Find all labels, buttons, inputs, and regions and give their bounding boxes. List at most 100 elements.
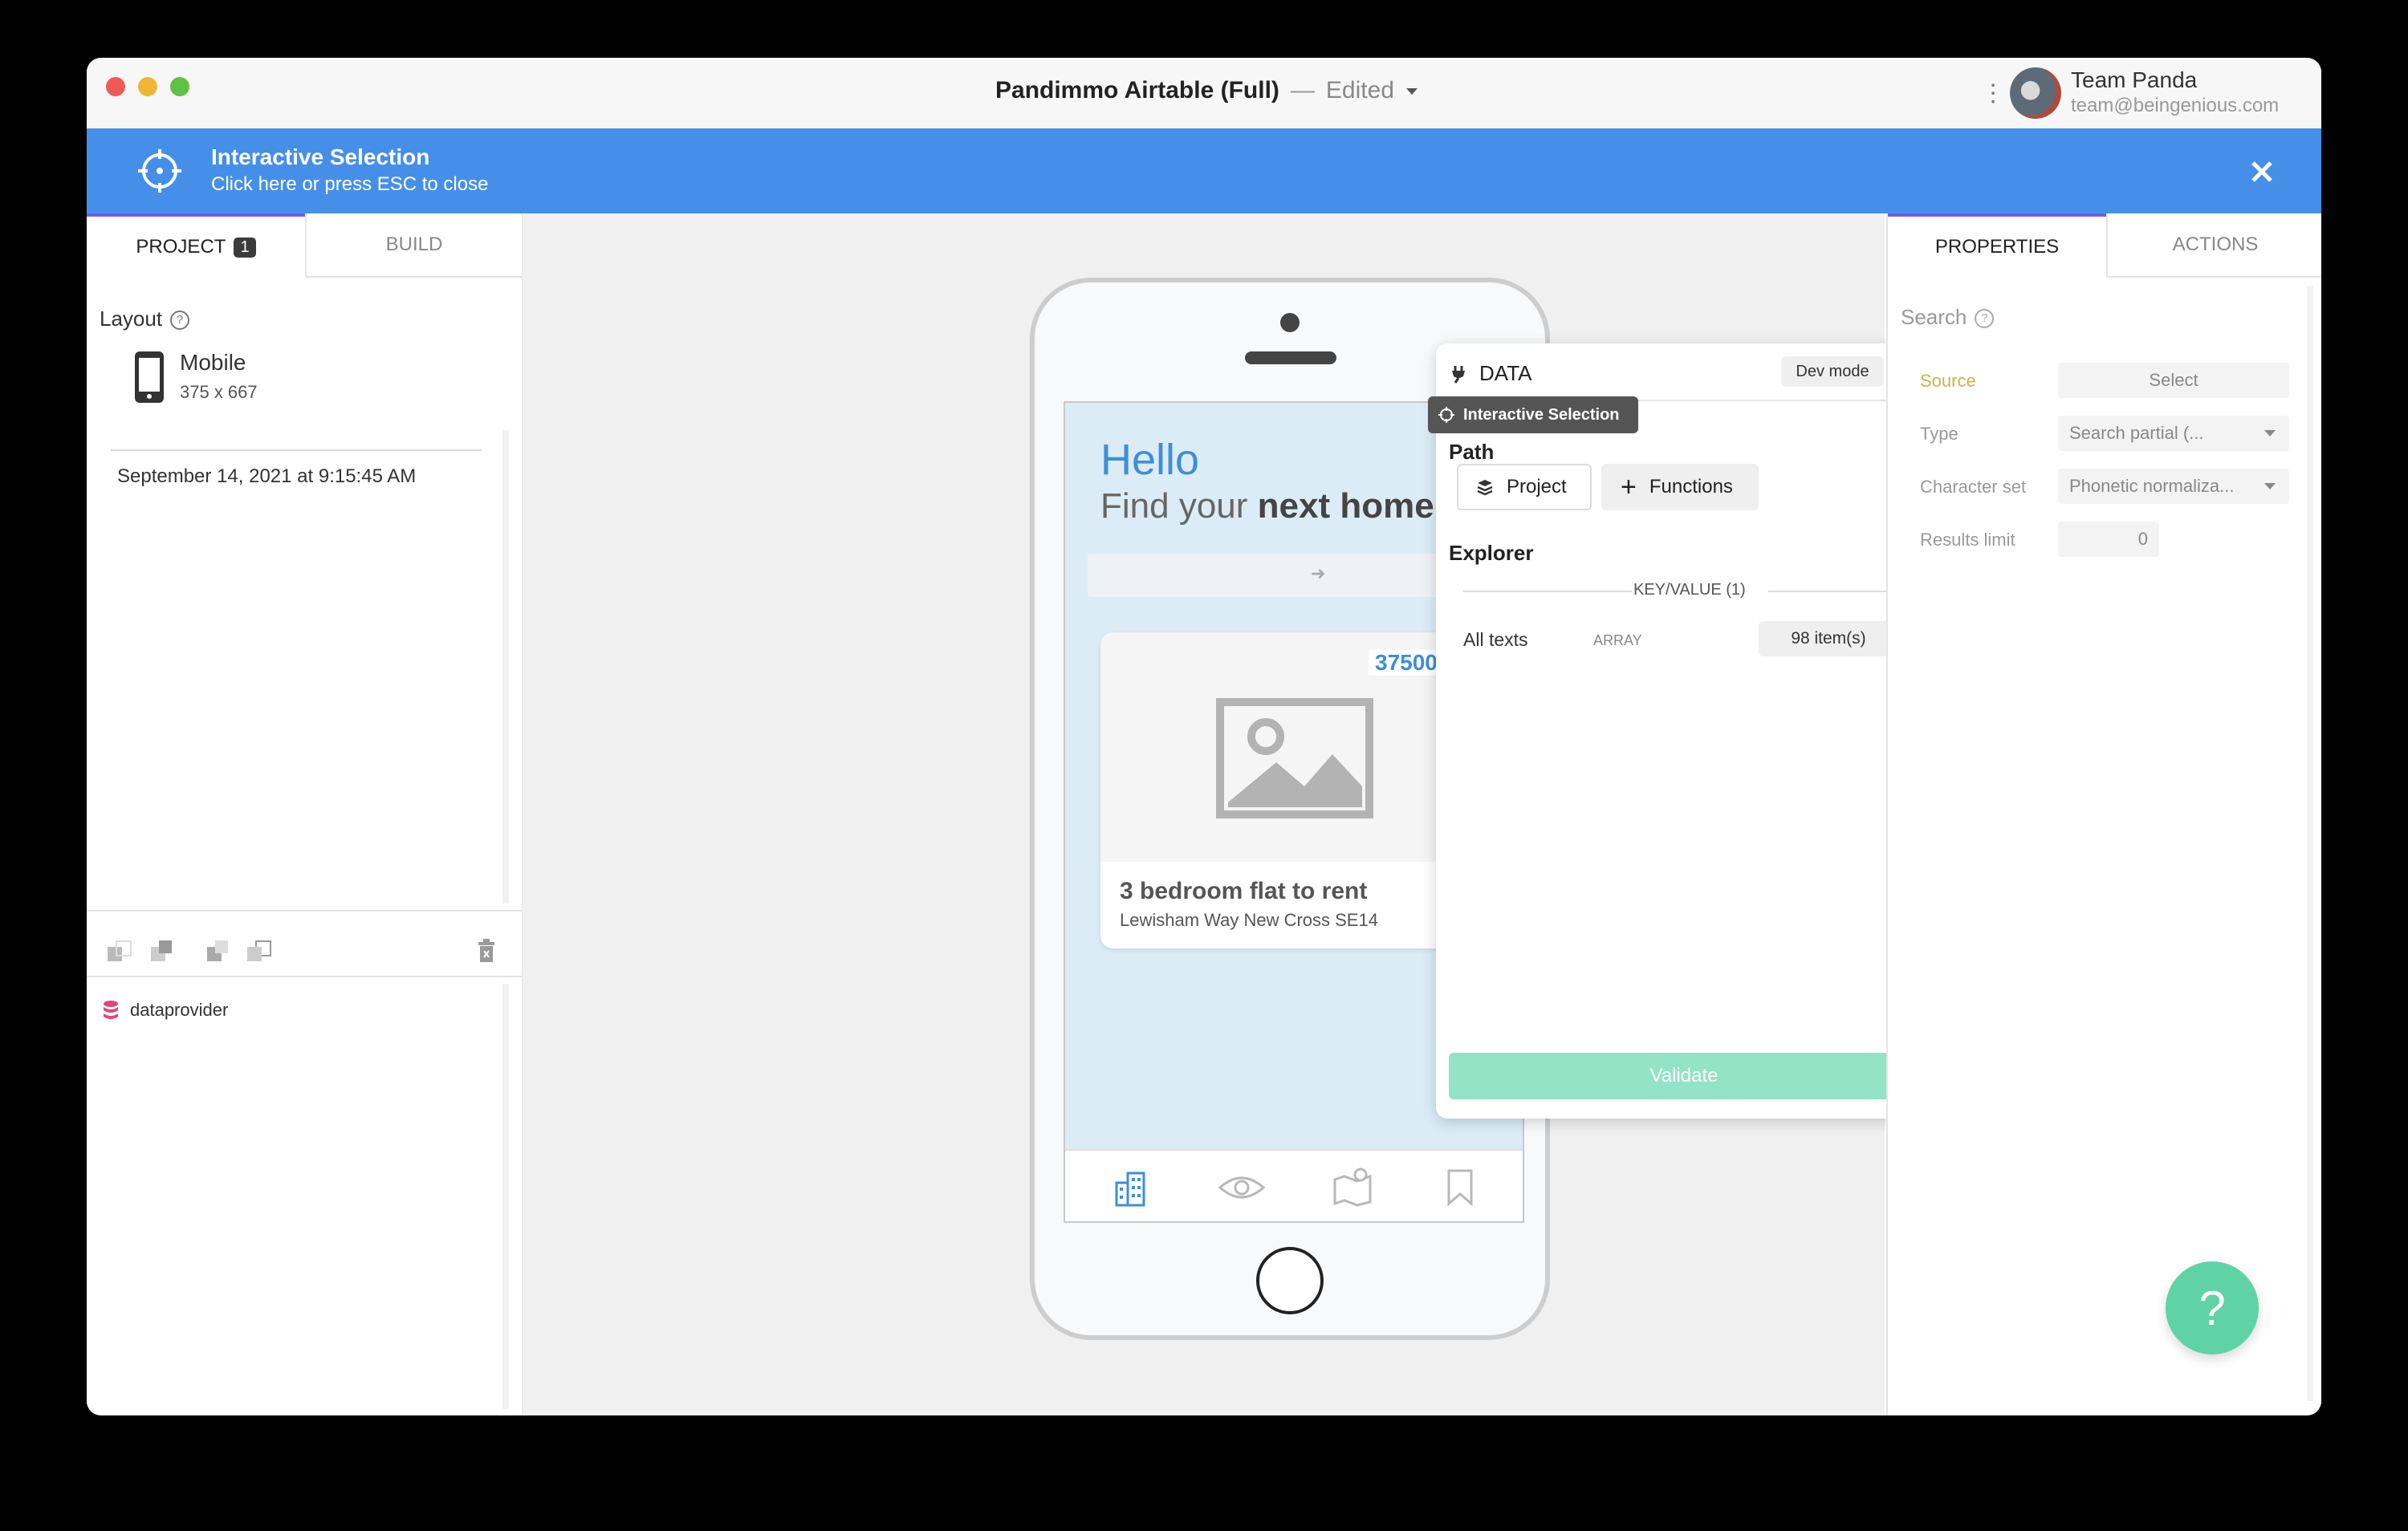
database-icon (104, 1001, 118, 1019)
divider (111, 449, 482, 451)
project-button-label: Project (1507, 476, 1567, 497)
tab-project[interactable]: PROJECT 1 (87, 213, 305, 278)
results-limit-label: Results limit (1920, 530, 2015, 550)
device-name: Mobile (180, 350, 246, 375)
right-panel: PROPERTIES ACTIONS Search? Source Select… (1886, 213, 2321, 1415)
charset-select[interactable]: Phonetic normaliza... (2058, 469, 2289, 504)
interactive-selection-tooltip: Interactive Selection (1428, 396, 1638, 433)
key-value-section-label: KEY/VALUE (1) (1633, 581, 1746, 599)
source-select-button[interactable]: Select (2058, 363, 2289, 398)
minimize-window-button[interactable] (138, 77, 157, 96)
functions-button-label: Functions (1649, 476, 1733, 497)
tab-project-label: PROJECT (136, 236, 226, 258)
tab-build[interactable]: BUILD (305, 213, 522, 278)
more-options-icon[interactable]: ⋮ (1981, 82, 2005, 106)
functions-button[interactable]: + Functions (1601, 464, 1759, 510)
divider (1463, 591, 1632, 592)
home-button[interactable] (1256, 1247, 1324, 1314)
explorer-label: Explorer (1449, 541, 1534, 565)
caret-down-icon (1406, 88, 1418, 95)
arrange-front-icon[interactable] (247, 940, 271, 963)
left-panel: PROJECT 1 BUILD Layout? Mobile 375 x 667… (87, 213, 523, 1415)
search-label: Search (1901, 305, 1967, 329)
listing-title: 3 bedroom flat to rent (1120, 878, 1368, 904)
maximize-window-button[interactable] (170, 77, 189, 96)
explorer-row[interactable]: All texts ARRAY 98 item(s) (1449, 616, 1908, 664)
charset-label: Character set (1920, 477, 2027, 497)
row-type: ARRAY (1593, 632, 1642, 648)
validate-button[interactable]: Validate (1449, 1053, 1919, 1099)
eye-icon[interactable] (1218, 1173, 1266, 1202)
results-limit-input[interactable]: 0 (2058, 522, 2159, 557)
help-icon[interactable]: ? (170, 311, 190, 331)
device-size: 375 x 667 (180, 382, 258, 402)
map-pin-icon[interactable] (1332, 1167, 1373, 1207)
popup-title: DATA (1479, 361, 1532, 385)
canvas: Hello Find your next home ➜ 37500 3 bedr… (523, 213, 1932, 1415)
greeting: Hello (1100, 436, 1200, 484)
divider (87, 976, 522, 977)
tab-actions[interactable]: ACTIONS (2106, 213, 2321, 278)
page-subtitle: Find your next home (1100, 486, 1434, 526)
image-placeholder-icon (1216, 698, 1373, 818)
device-item[interactable]: Mobile 375 x 667 (100, 350, 501, 427)
path-label: Path (1449, 440, 1495, 464)
plug-icon (1452, 366, 1465, 384)
type-label: Type (1920, 424, 1959, 444)
close-icon[interactable] (2251, 160, 2273, 183)
dev-mode-button[interactable]: Dev mode (1781, 356, 1884, 387)
arrange-forward-icon[interactable] (207, 940, 231, 963)
listing-address: Lewisham Way New Cross SE14 (1120, 910, 1378, 930)
divider (87, 910, 522, 912)
type-value: Search partial (... (2069, 423, 2204, 443)
row-count-button[interactable]: 98 item(s) (1759, 621, 1898, 656)
plus-icon: + (1621, 472, 1637, 502)
arrange-backward-icon[interactable] (151, 940, 175, 963)
crosshair-icon (138, 149, 181, 193)
chevron-down-icon (2264, 430, 2276, 437)
listing-price: 37500 (1369, 650, 1444, 676)
help-icon[interactable]: ? (1975, 309, 1995, 329)
chevron-down-icon (2264, 483, 2276, 489)
mobile-phone-icon (135, 351, 164, 403)
bookmark-icon[interactable] (1446, 1168, 1474, 1207)
layout-label: Layout (100, 307, 163, 331)
tab-build-label: BUILD (385, 234, 443, 255)
tab-properties-label: PROPERTIES (1934, 236, 2060, 258)
phone-speaker (1245, 351, 1336, 364)
tab-bar (1065, 1149, 1523, 1221)
layers-icon (1477, 480, 1493, 496)
tooltip-text: Interactive Selection (1463, 405, 1620, 424)
scrollbar[interactable] (502, 984, 509, 1409)
edited-status: Edited (1325, 77, 1394, 104)
trash-icon[interactable] (477, 939, 496, 963)
subtitle-bold: next home (1257, 486, 1434, 526)
avatar[interactable] (2010, 67, 2061, 119)
title-bar: Pandimmo Airtable (Full) — Edited ⋮ Team P… (87, 58, 2321, 128)
search-section-heading: Search? (1901, 305, 1995, 330)
tab-properties[interactable]: PROPERTIES (1888, 213, 2106, 278)
user-email: team@beingenious.com (2071, 95, 2280, 116)
phone-camera (1280, 313, 1300, 332)
close-window-button[interactable] (106, 77, 125, 96)
project-count-badge: 1 (234, 237, 256, 258)
help-button[interactable]: ? (2166, 1261, 2259, 1354)
banner-subtitle: Click here or press ESC to close (211, 173, 489, 195)
tab-actions-label: ACTIONS (2172, 234, 2259, 255)
scrollbar[interactable] (502, 430, 509, 904)
project-button[interactable]: Project (1457, 464, 1592, 510)
layout-heading: Layout? (100, 307, 190, 331)
app-window: Pandimmo Airtable (Full) — Edited ⋮ Team P… (87, 58, 2321, 1415)
window-title[interactable]: Pandimmo Airtable (Full) — Edited (995, 77, 1418, 104)
user-name: Team Panda (2071, 67, 2198, 92)
scrollbar[interactable] (2307, 286, 2313, 1401)
type-select[interactable]: Search partial (... (2058, 416, 2289, 451)
charset-value: Phonetic normaliza... (2069, 476, 2235, 496)
interactive-selection-banner[interactable]: Interactive Selection Click here or pres… (87, 128, 2321, 213)
subtitle-prefix: Find your (1100, 486, 1258, 526)
title-separator: — (1290, 77, 1315, 104)
buildings-icon[interactable] (1112, 1168, 1150, 1207)
arrow-right-icon: ➜ (1311, 563, 1326, 583)
banner-title: Interactive Selection (211, 144, 430, 169)
arrange-back-icon[interactable] (108, 940, 132, 963)
